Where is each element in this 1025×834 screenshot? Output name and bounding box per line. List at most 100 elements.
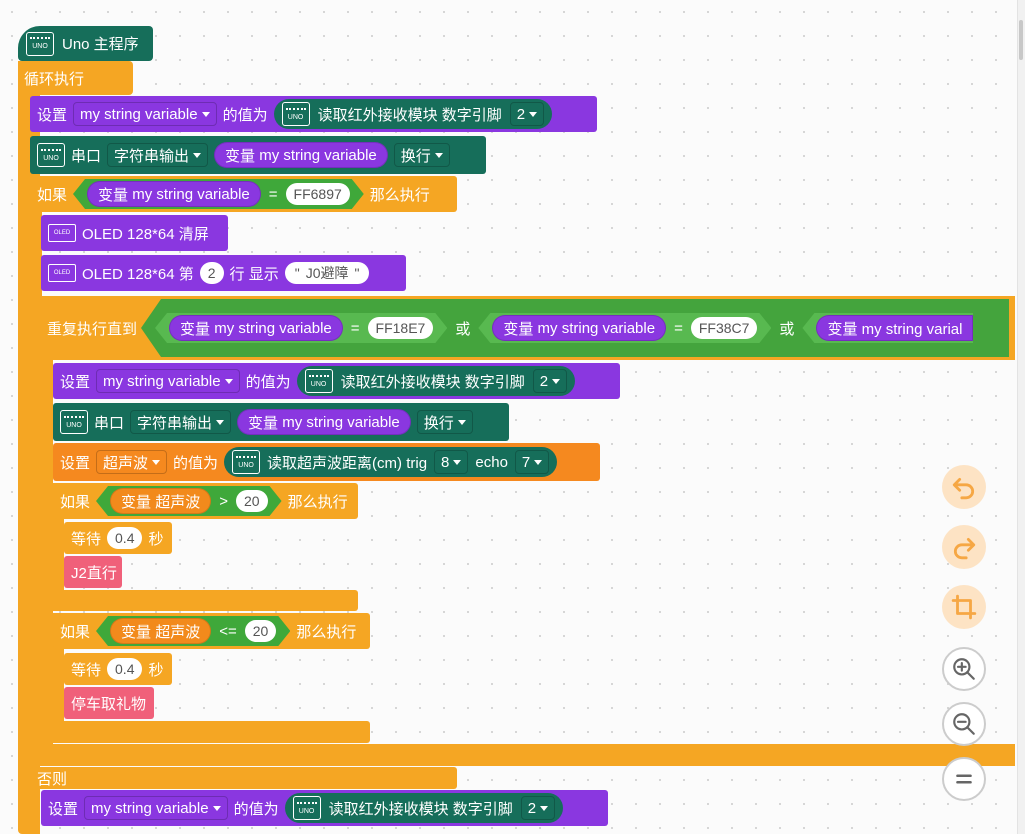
variable-reporter[interactable]: 变量 my string variable: [87, 181, 261, 207]
vertical-scrollbar[interactable]: [1017, 0, 1025, 834]
oled-icon: OLED: [48, 264, 76, 282]
if-block[interactable]: 如果 变量 my string variable = FF6897 那么执行: [30, 176, 457, 212]
reset-icon: [956, 774, 972, 784]
newline-dropdown[interactable]: 换行: [416, 410, 473, 434]
wait-block[interactable]: 等待 0.4 秒: [64, 522, 172, 554]
set-ultrasonic-block[interactable]: 设置 超声波 的值为 UNO 读取超声波距离(cm) trig 8 echo 7: [53, 443, 600, 481]
pin-dropdown[interactable]: 2: [509, 102, 545, 126]
equals-condition[interactable]: 变量 my string variable = FF18E7: [155, 313, 447, 343]
seconds-label: 秒: [148, 530, 164, 548]
if-block[interactable]: 如果 变量 超声波 > 20 那么执行: [53, 483, 358, 519]
wait-block[interactable]: 等待 0.4 秒: [64, 653, 172, 685]
uno-board-icon: UNO: [232, 450, 261, 474]
equals-condition[interactable]: 变量 my string varial: [802, 313, 974, 343]
newline-dropdown[interactable]: 换行: [393, 143, 450, 167]
serial-print-block[interactable]: UNO 串口 字符串输出 变量 my string variable 换行: [30, 136, 486, 174]
redo-button[interactable]: [942, 525, 986, 569]
oled-clear-label: OLED 128*64 清屏: [82, 225, 209, 243]
value-label: 的值为: [233, 800, 279, 818]
seconds-label: 秒: [148, 661, 164, 679]
ir-read-label: 读取红外接收模块 数字引脚: [340, 373, 525, 391]
equals-condition[interactable]: 变量 my string variable = FF6897: [73, 179, 364, 209]
variable-dropdown[interactable]: my string variable: [84, 796, 228, 820]
if-label: 如果: [37, 186, 68, 204]
scrollbar-thumb[interactable]: [1019, 20, 1023, 60]
then-label: 那么执行: [287, 493, 348, 511]
chevron-down-icon: [453, 459, 462, 465]
wait-label: 等待: [71, 661, 102, 679]
zoom-in-button[interactable]: [942, 647, 986, 691]
or-condition[interactable]: 变量 my string variable = FF18E7 或 变量 my s…: [141, 299, 1009, 357]
code-value[interactable]: FF6897: [286, 183, 350, 205]
oled-row-input[interactable]: 2: [199, 262, 224, 284]
serial-print-block[interactable]: UNO 串口 字符串输出 变量 my string variable 换行: [53, 403, 509, 441]
serial-mode-dropdown[interactable]: 字符串输出: [130, 410, 232, 434]
zoom-in-icon: [953, 658, 975, 680]
oled-icon: OLED: [48, 224, 76, 242]
loop-block[interactable]: 循环执行: [18, 61, 133, 95]
chevron-down-icon: [457, 419, 466, 425]
ir-read-block[interactable]: UNO 读取红外接收模块 数字引脚 2: [273, 99, 553, 129]
if-label: 如果: [60, 493, 91, 511]
compare-condition[interactable]: 变量 超声波 <= 20: [96, 616, 290, 646]
chevron-down-icon: [216, 419, 225, 425]
j2-straight-block[interactable]: J2直行: [64, 556, 122, 588]
else-block: 否则: [30, 767, 457, 789]
compare-value[interactable]: 20: [245, 620, 277, 642]
undo-button[interactable]: [942, 465, 986, 509]
uno-board-icon: UNO: [60, 410, 88, 434]
oled-text-input[interactable]: " J0避障 ": [284, 262, 370, 284]
reset-zoom-button[interactable]: [942, 757, 986, 801]
uno-board-icon: UNO: [304, 369, 333, 393]
set-label: 设置: [48, 800, 79, 818]
echo-pin-dropdown[interactable]: 7: [514, 450, 550, 474]
pin-dropdown[interactable]: 2: [520, 796, 556, 820]
zoom-out-button[interactable]: [942, 702, 986, 746]
oled-show-block[interactable]: OLED OLED 128*64 第 2 行 显示 " J0避障 ": [41, 255, 406, 291]
wait-value[interactable]: 0.4: [107, 527, 143, 549]
set-label: 设置: [37, 106, 68, 124]
repeat-until-footer: [41, 744, 1015, 766]
variable-reporter[interactable]: 变量 my string variable: [492, 315, 666, 341]
j2-label: J2直行: [71, 564, 117, 582]
equals-condition[interactable]: 变量 my string variable = FF38C7: [478, 313, 771, 343]
if-block[interactable]: 如果 变量 超声波 <= 20 那么执行: [53, 613, 370, 649]
variable-reporter[interactable]: 变量 my string variable: [214, 142, 388, 168]
code-value[interactable]: FF18E7: [368, 317, 434, 339]
variable-reporter[interactable]: 变量 my string variable: [237, 409, 411, 435]
chevron-down-icon: [152, 459, 161, 465]
variable-reporter[interactable]: 变量 my string variable: [169, 315, 343, 341]
compare-condition[interactable]: 变量 超声波 > 20: [96, 486, 282, 516]
set-variable-block[interactable]: 设置 my string variable 的值为 UNO 读取红外接收模块 数…: [30, 96, 597, 132]
set-variable-block[interactable]: 设置 my string variable 的值为 UNO 读取红外接收模块 数…: [41, 790, 608, 826]
code-value[interactable]: FF38C7: [691, 317, 758, 339]
variable-dropdown[interactable]: my string variable: [96, 369, 240, 393]
stop-pick-gift-block[interactable]: 停车取礼物: [64, 687, 154, 719]
variable-dropdown[interactable]: 超声波: [96, 450, 168, 474]
set-variable-block[interactable]: 设置 my string variable 的值为 UNO 读取红外接收模块 数…: [53, 363, 620, 399]
variable-reporter[interactable]: 变量 超声波: [110, 488, 211, 514]
value-label: 的值为: [245, 373, 291, 391]
variable-reporter[interactable]: 变量 my string varial: [816, 315, 974, 341]
trig-pin-dropdown[interactable]: 8: [434, 450, 469, 474]
set-label: 设置: [60, 454, 91, 472]
variable-dropdown[interactable]: my string variable: [73, 102, 217, 126]
ir-read-block[interactable]: UNO 读取红外接收模块 数字引脚 2: [296, 366, 576, 396]
zoom-out-icon: [953, 713, 975, 735]
chevron-down-icon: [434, 152, 443, 158]
variable-reporter[interactable]: 变量 超声波: [110, 618, 211, 644]
wait-value[interactable]: 0.4: [107, 658, 143, 680]
oled-clear-block[interactable]: OLED OLED 128*64 清屏: [41, 215, 228, 251]
compare-value[interactable]: 20: [236, 490, 268, 512]
repeat-until-block[interactable]: 重复执行直到 变量 my string variable = FF18E7 或 …: [41, 296, 1015, 360]
repeat-until-label: 重复执行直到: [47, 320, 138, 338]
uno-main-hat-block[interactable]: UNO Uno 主程序: [18, 26, 153, 61]
or-label: 或: [779, 320, 795, 338]
ultrasonic-read-block[interactable]: UNO 读取超声波距离(cm) trig 8 echo 7: [224, 447, 558, 477]
equals-operator: =: [674, 319, 683, 337]
crop-button[interactable]: [942, 585, 986, 629]
pin-dropdown[interactable]: 2: [532, 369, 568, 393]
crop-icon: [951, 594, 977, 620]
ir-read-block[interactable]: UNO 读取红外接收模块 数字引脚 2: [284, 793, 564, 823]
serial-mode-dropdown[interactable]: 字符串输出: [107, 143, 209, 167]
